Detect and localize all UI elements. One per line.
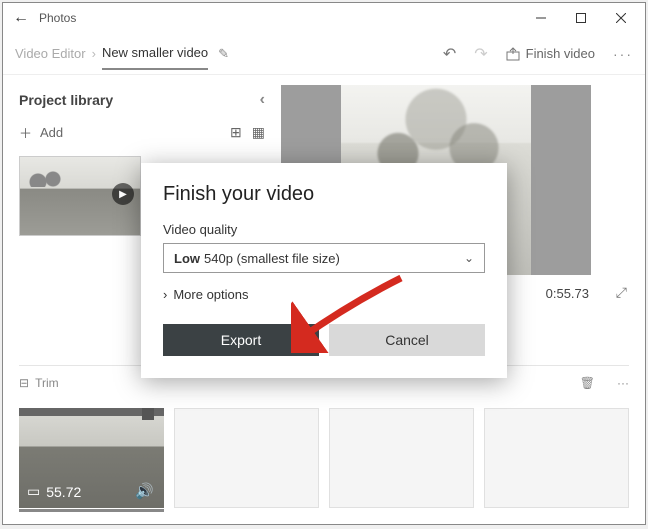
app-window: ← Photos Video Editor › New smaller vide…	[2, 2, 646, 525]
storyboard: ▭ 55.72 🔊	[3, 400, 645, 516]
collapse-library-icon[interactable]: ‹	[260, 91, 265, 109]
toolbar: Video Editor › New smaller video ✎ ↶ ↷ F…	[3, 33, 645, 75]
library-thumbnail[interactable]: ▶	[19, 156, 141, 236]
cancel-button[interactable]: Cancel	[329, 324, 485, 356]
finish-video-dialog: Finish your video Video quality Low 540p…	[141, 163, 507, 378]
chevron-right-icon: ›	[163, 287, 167, 302]
quality-value-level: Low	[174, 251, 200, 266]
grid-large-icon[interactable]: ⊞	[230, 124, 242, 141]
storyboard-empty-slot[interactable]	[174, 408, 319, 508]
volume-icon[interactable]: 🔊	[135, 482, 154, 500]
maximize-icon	[576, 13, 586, 23]
project-library-title: Project library	[19, 92, 113, 108]
chevron-right-icon: ›	[92, 46, 96, 61]
chevron-down-icon: ⌄	[464, 251, 474, 265]
dialog-title: Finish your video	[163, 183, 485, 206]
titlebar: ← Photos	[3, 3, 645, 33]
trim-label: Trim	[35, 376, 59, 390]
trim-icon: ⊟	[19, 376, 29, 390]
aspect-icon: ▭	[27, 483, 40, 500]
edit-name-icon[interactable]: ✎	[218, 46, 229, 62]
library-actions: ＋ Add ⊞ ▦	[19, 123, 265, 142]
add-icon[interactable]: ＋	[19, 123, 32, 142]
quality-label: Video quality	[163, 222, 485, 237]
trim-button[interactable]: ⊟ Trim	[19, 376, 59, 390]
export-button-label: Export	[221, 332, 261, 348]
close-icon	[616, 13, 626, 23]
more-options-toggle[interactable]: › More options	[163, 287, 485, 302]
redo-button[interactable]: ↷	[474, 44, 487, 64]
timecode: 0:55.73	[546, 286, 589, 301]
add-label[interactable]: Add	[40, 125, 63, 140]
minimize-icon	[536, 13, 546, 23]
play-icon[interactable]: ▶	[112, 183, 134, 205]
close-button[interactable]	[601, 3, 641, 33]
fullscreen-icon[interactable]: ⤢	[616, 284, 627, 301]
export-button[interactable]: Export	[163, 324, 319, 356]
app-title: Photos	[39, 11, 76, 25]
undo-button[interactable]: ↶	[443, 44, 456, 64]
minimize-button[interactable]	[521, 3, 561, 33]
maximize-button[interactable]	[561, 3, 601, 33]
storyboard-empty-slot[interactable]	[484, 408, 629, 508]
more-menu-button[interactable]: ···	[613, 46, 633, 62]
finish-video-button[interactable]: Finish video	[506, 46, 595, 61]
breadcrumb-root[interactable]: Video Editor	[15, 46, 86, 61]
finish-video-label: Finish video	[526, 46, 595, 61]
storyboard-empty-slot[interactable]	[329, 408, 474, 508]
more-options-label: More options	[173, 287, 248, 302]
storyboard-clip[interactable]: ▭ 55.72 🔊	[19, 408, 164, 508]
export-icon	[506, 47, 520, 61]
breadcrumb-current[interactable]: New smaller video	[102, 45, 208, 70]
clip-duration: 55.72	[46, 484, 81, 500]
quality-value-detail: 540p (smallest file size)	[204, 251, 340, 266]
back-button[interactable]: ←	[7, 9, 35, 27]
delete-clip-icon[interactable]: 🗑	[580, 376, 595, 390]
grid-small-icon[interactable]: ▦	[252, 124, 265, 141]
clip-more-icon[interactable]: ···	[617, 376, 629, 390]
project-library-header: Project library ‹	[19, 91, 265, 109]
cancel-button-label: Cancel	[385, 332, 429, 348]
quality-dropdown[interactable]: Low 540p (smallest file size) ⌄	[163, 243, 485, 273]
